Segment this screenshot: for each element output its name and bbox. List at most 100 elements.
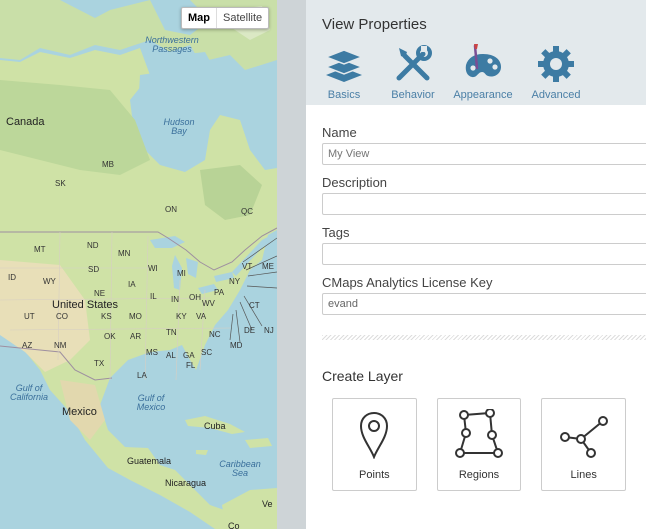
label-state: KS bbox=[101, 312, 112, 321]
map-type-map-button[interactable]: Map bbox=[182, 8, 216, 28]
license-key-input[interactable] bbox=[322, 293, 646, 315]
lines-label: Lines bbox=[570, 469, 597, 481]
label-state: NC bbox=[209, 330, 221, 339]
label-state: FL bbox=[186, 361, 196, 370]
label-state: PA bbox=[214, 288, 225, 297]
basemap[interactable] bbox=[0, 0, 277, 529]
create-regions-layer-button[interactable]: Regions bbox=[436, 398, 522, 491]
label-state: ID bbox=[8, 273, 16, 282]
label-nicaragua: Nicaragua bbox=[165, 478, 207, 488]
label-state: NM bbox=[54, 341, 67, 350]
property-tabs: Basics Behavior Appearance Advanced bbox=[322, 43, 646, 101]
label-state: IA bbox=[128, 280, 136, 289]
label-canada: Canada bbox=[6, 116, 45, 128]
label-state: OK bbox=[104, 332, 116, 341]
label-state: SC bbox=[201, 348, 213, 357]
label-state: CT bbox=[249, 301, 260, 310]
description-input[interactable] bbox=[322, 193, 646, 215]
map-type-toggle: Map Satellite bbox=[181, 7, 270, 29]
gear-icon bbox=[536, 43, 576, 85]
panel-title: View Properties bbox=[322, 16, 427, 33]
label-state: UT bbox=[24, 312, 35, 321]
label-state: MB bbox=[102, 160, 114, 169]
label-state: QC bbox=[241, 207, 253, 216]
label-state: LA bbox=[137, 371, 147, 380]
label-northwest-passages: Northwestern Passages bbox=[145, 35, 199, 54]
label-state: WY bbox=[43, 277, 56, 286]
tools-icon bbox=[393, 43, 433, 85]
polygon-icon bbox=[454, 399, 504, 461]
label-state: KY bbox=[176, 312, 187, 321]
label-state: MT bbox=[34, 245, 46, 254]
layers-icon bbox=[324, 43, 364, 85]
view-properties-panel: View Properties Basics Behavior Appearan… bbox=[306, 0, 646, 529]
map-pane[interactable]: Northwestern Passages Hudson Bay Gulf of… bbox=[0, 0, 277, 529]
label-state: VA bbox=[196, 312, 207, 321]
label-mexico: Mexico bbox=[62, 406, 97, 418]
label-state: AL bbox=[166, 351, 176, 360]
label-state: MS bbox=[146, 348, 158, 357]
name-label: Name bbox=[322, 125, 357, 140]
tab-behavior[interactable]: Behavior bbox=[386, 43, 440, 101]
network-lines-icon bbox=[559, 399, 609, 461]
license-key-field-group: CMaps Analytics License Key bbox=[322, 275, 646, 315]
palette-icon bbox=[463, 43, 503, 85]
create-layer-title: Create Layer bbox=[322, 368, 403, 384]
label-united-states: United States bbox=[52, 299, 119, 311]
tab-behavior-label: Behavior bbox=[391, 89, 435, 101]
tags-field-group: Tags bbox=[322, 225, 646, 265]
label-state: IL bbox=[150, 292, 157, 301]
label-state: NY bbox=[229, 277, 241, 286]
tab-appearance[interactable]: Appearance bbox=[452, 43, 514, 101]
label-state: MO bbox=[129, 312, 142, 321]
map-type-satellite-button[interactable]: Satellite bbox=[216, 8, 268, 28]
label-columbia-fragment: Co bbox=[228, 521, 240, 529]
name-input[interactable] bbox=[322, 143, 646, 165]
regions-label: Regions bbox=[458, 469, 500, 481]
label-state: AZ bbox=[22, 341, 33, 350]
create-lines-layer-button[interactable]: Lines bbox=[541, 398, 627, 491]
tab-appearance-label: Appearance bbox=[453, 89, 513, 101]
label-cuba: Cuba bbox=[204, 421, 226, 431]
label-state: ND bbox=[87, 241, 99, 250]
map-pin-icon bbox=[359, 399, 389, 461]
description-label: Description bbox=[322, 175, 388, 190]
label-hudson-bay: Hudson Bay bbox=[163, 117, 195, 136]
tags-label: Tags bbox=[322, 225, 350, 240]
label-state: NE bbox=[94, 289, 106, 298]
section-divider bbox=[322, 335, 646, 340]
label-state: TN bbox=[166, 328, 177, 337]
label-state: WI bbox=[148, 264, 158, 273]
label-gulf-of-mexico: Gulf of Mexico bbox=[136, 393, 166, 412]
tab-advanced-label: Advanced bbox=[531, 89, 581, 101]
create-points-layer-button[interactable]: Points bbox=[332, 398, 417, 491]
tab-basics[interactable]: Basics bbox=[322, 43, 366, 101]
label-state: GA bbox=[183, 351, 195, 360]
label-state: SK bbox=[55, 179, 66, 188]
tags-input[interactable] bbox=[322, 243, 646, 265]
license-key-label: CMaps Analytics License Key bbox=[322, 275, 493, 290]
label-state: DE bbox=[244, 326, 256, 335]
name-field-group: Name bbox=[322, 125, 646, 165]
label-state: SD bbox=[88, 265, 100, 274]
label-state: MD bbox=[230, 341, 243, 350]
panel-splitter[interactable] bbox=[277, 0, 306, 529]
label-state: VT bbox=[242, 262, 253, 271]
label-gulf-of-california: Gulf of California bbox=[9, 383, 49, 402]
tab-basics-label: Basics bbox=[327, 89, 361, 101]
description-field-group: Description bbox=[322, 175, 646, 215]
label-state: WV bbox=[202, 299, 215, 308]
label-state: ON bbox=[165, 205, 177, 214]
label-state: NJ bbox=[264, 326, 274, 335]
label-state: CO bbox=[56, 312, 68, 321]
create-layer-options: Points Regions Lines bbox=[332, 398, 646, 491]
label-state: IN bbox=[171, 295, 179, 304]
points-label: Points bbox=[359, 469, 390, 481]
basics-form: Name Description Tags CMaps Analytics Li… bbox=[306, 105, 646, 315]
label-caribbean-sea: Caribbean Sea bbox=[219, 459, 261, 478]
label-venezuela-fragment: Ve bbox=[262, 499, 273, 509]
label-state: TX bbox=[94, 359, 105, 368]
label-state: MN bbox=[118, 249, 131, 258]
tab-advanced[interactable]: Advanced bbox=[530, 43, 582, 101]
label-guatemala: Guatemala bbox=[127, 456, 172, 466]
